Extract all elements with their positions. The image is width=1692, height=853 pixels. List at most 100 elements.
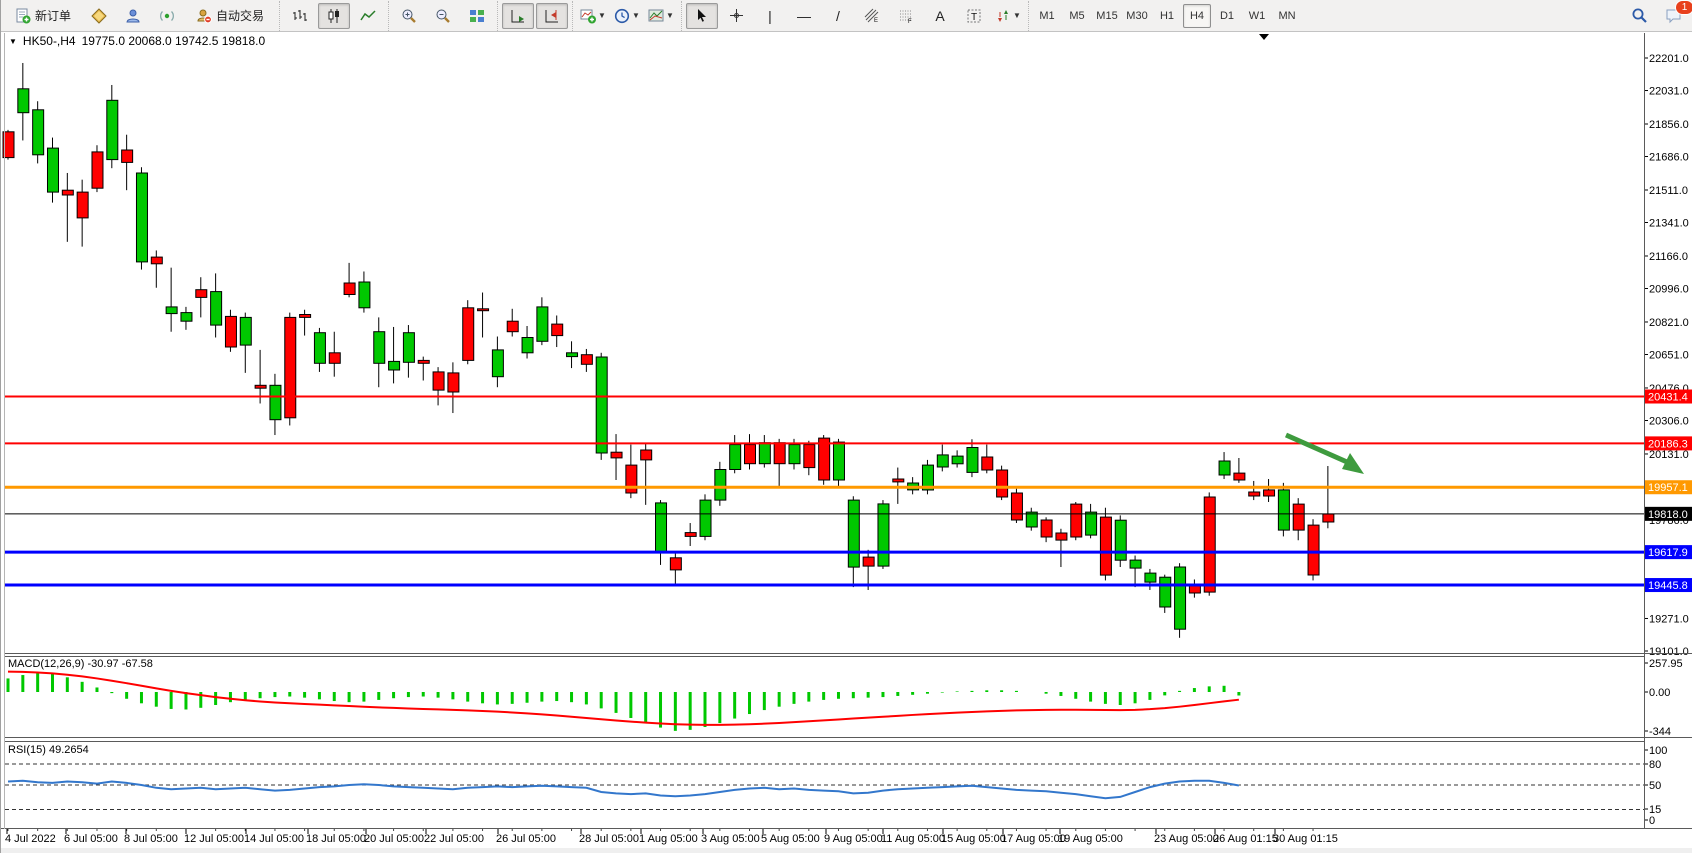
- svg-text:20306.0: 20306.0: [1649, 415, 1689, 427]
- svg-text:80: 80: [1649, 759, 1661, 771]
- svg-text:21166.0: 21166.0: [1649, 251, 1688, 263]
- bear-candle: [433, 372, 444, 390]
- bear-candle: [1071, 504, 1082, 537]
- bear-candle: [329, 353, 340, 364]
- time-label: 15 Aug 05:00: [941, 833, 1006, 845]
- price-label-text: 19617.9: [1648, 547, 1688, 559]
- time-label: 12 Jul 05:00: [184, 833, 244, 845]
- notification-badge: 1: [1675, 0, 1692, 15]
- svg-text:21856.0: 21856.0: [1649, 119, 1689, 131]
- search-icon: [1631, 7, 1648, 24]
- bull-candle: [1160, 577, 1171, 607]
- bear-candle: [92, 152, 103, 188]
- bull-candle: [359, 282, 370, 308]
- data-window-button[interactable]: [117, 3, 149, 29]
- bull-candle: [492, 350, 503, 377]
- bear-candle: [225, 316, 236, 347]
- zoom-out-button[interactable]: [427, 3, 459, 29]
- fibonacci-button[interactable]: E: [856, 3, 888, 29]
- bull-candle: [314, 333, 325, 364]
- rsi-name: RSI(15): [8, 744, 46, 756]
- templates-button[interactable]: ▼: [645, 3, 677, 29]
- collapse-triangle-icon[interactable]: ▼: [9, 37, 17, 46]
- crosshair-button[interactable]: [720, 3, 752, 29]
- add-indicator-button[interactable]: ▼: [577, 3, 609, 29]
- time-label: 14 Jul 05:00: [244, 833, 304, 845]
- bull-candle: [952, 456, 963, 464]
- time-label: 28 Jul 05:00: [579, 833, 639, 845]
- bear-candle: [1011, 493, 1022, 520]
- timeframe-button-d1[interactable]: D1: [1213, 4, 1241, 28]
- text-icon: A: [935, 9, 944, 23]
- chart-title: ▼ HK50-,H4 19775.0 20068.0 19742.5 19818…: [9, 34, 265, 48]
- bull-candle: [1175, 567, 1186, 629]
- chart-shift-icon: [544, 8, 560, 24]
- bear-candle: [641, 450, 652, 460]
- timeframe-button-w1[interactable]: W1: [1243, 4, 1271, 28]
- timeframe-button-h1[interactable]: H1: [1153, 4, 1181, 28]
- svg-text:21341.0: 21341.0: [1649, 218, 1689, 230]
- line-chart-icon: [360, 8, 376, 24]
- time-label: 8 Jul 05:00: [124, 833, 178, 845]
- trade-group: 新订单 自动交易: [1, 1, 279, 31]
- time-label: 23 Aug 05:00: [1154, 833, 1219, 845]
- new-order-button[interactable]: 新订单: [5, 3, 81, 29]
- svg-text:F: F: [908, 19, 912, 24]
- dropdown-caret-icon: ▼: [632, 11, 640, 20]
- timeframe-toolbar: M1M5M15M30H1H4D1W1MN: [1028, 1, 1305, 31]
- grid-icon: F: [898, 8, 914, 24]
- text-label-button[interactable]: T: [958, 3, 990, 29]
- svg-text:20996.0: 20996.0: [1649, 284, 1689, 296]
- bull-candle: [522, 338, 533, 353]
- auto-trading-button[interactable]: 自动交易: [185, 3, 275, 29]
- timeframe-button-mn[interactable]: MN: [1273, 4, 1301, 28]
- chart-ohlc-values: 19775.0 20068.0 19742.5 19818.0: [82, 34, 266, 48]
- chart-shift-button[interactable]: [536, 3, 568, 29]
- horizontal-line-button[interactable]: —: [788, 3, 820, 29]
- text-button[interactable]: A: [924, 3, 956, 29]
- candlestick-chart-button[interactable]: [318, 3, 350, 29]
- arrow-objects-icon: [995, 8, 1011, 24]
- bar-chart-button[interactable]: [284, 3, 316, 29]
- cursor-button[interactable]: [686, 3, 718, 29]
- bear-candle: [581, 355, 592, 365]
- chart-symbol-period: HK50-,H4: [23, 34, 76, 48]
- tile-windows-button[interactable]: [461, 3, 493, 29]
- arrows-button[interactable]: ▼: [992, 3, 1024, 29]
- svg-text:19101.0: 19101.0: [1649, 646, 1689, 658]
- timeframe-button-h4[interactable]: H4: [1183, 4, 1211, 28]
- price-label-text: 19445.8: [1648, 580, 1688, 592]
- line-chart-button[interactable]: [352, 3, 384, 29]
- new-order-icon: [15, 8, 31, 24]
- svg-text:21511.0: 21511.0: [1649, 185, 1688, 197]
- trendline-button[interactable]: /: [822, 3, 854, 29]
- timeframe-button-m30[interactable]: M30: [1123, 4, 1151, 28]
- svg-text:21686.0: 21686.0: [1649, 152, 1689, 164]
- periods-button[interactable]: ▼: [611, 3, 643, 29]
- bull-candle: [1278, 490, 1289, 530]
- tile-windows-icon: [469, 8, 485, 24]
- search-button[interactable]: [1623, 3, 1655, 29]
- svg-text:100: 100: [1649, 745, 1667, 757]
- bull-candle: [730, 445, 741, 470]
- grid-button[interactable]: F: [890, 3, 922, 29]
- timeframe-button-m1[interactable]: M1: [1033, 4, 1061, 28]
- auto-scroll-button[interactable]: [502, 3, 534, 29]
- signals-button[interactable]: [151, 3, 183, 29]
- profile-icon: [125, 8, 141, 24]
- market-watch-button[interactable]: [83, 3, 115, 29]
- svg-text:0.00: 0.00: [1649, 687, 1670, 699]
- timeframe-button-m5[interactable]: M5: [1063, 4, 1091, 28]
- signal-icon: [159, 8, 175, 24]
- notifications-button[interactable]: 1: [1657, 3, 1689, 29]
- bear-candle: [151, 257, 162, 264]
- horizontal-line-icon: —: [797, 9, 811, 23]
- svg-text:50: 50: [1649, 780, 1661, 792]
- vertical-line-button[interactable]: |: [754, 3, 786, 29]
- bear-candle: [77, 192, 88, 218]
- bull-candle: [1086, 512, 1097, 535]
- timeframe-button-m15[interactable]: M15: [1093, 4, 1121, 28]
- zoom-in-button[interactable]: [393, 3, 425, 29]
- time-label: 17 Aug 05:00: [1001, 833, 1066, 845]
- auto-trading-label: 自动交易: [216, 7, 264, 24]
